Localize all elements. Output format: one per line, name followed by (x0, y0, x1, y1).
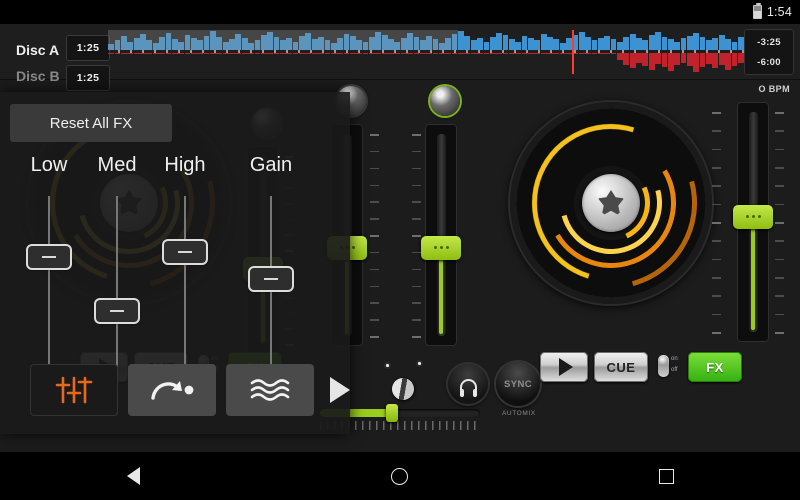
fx-tab-loop[interactable] (128, 364, 216, 416)
waveform-deck-a (108, 30, 744, 50)
eq-thumb-low[interactable] (28, 246, 70, 269)
deck-b-fx-toggle[interactable]: on off (658, 354, 684, 380)
channel-b-ticks (412, 134, 421, 338)
spindle-logo-icon-b (598, 190, 624, 216)
fx-overlay-panel: Reset All FX Low Med High Gain (0, 92, 350, 434)
deck-b-panel: O BPM CUE on off FX (500, 80, 800, 396)
deck-b-play-button[interactable] (540, 352, 588, 382)
crossfader-thumb[interactable] (386, 404, 398, 422)
fx-overlay-play-icon[interactable] (330, 377, 350, 403)
deck-b-remaining: -6:00 (757, 56, 781, 68)
deck-b-cue-button[interactable]: CUE (594, 352, 648, 382)
status-clock: 1:54 (766, 5, 792, 19)
eq-slider-low[interactable]: Low (14, 154, 84, 386)
headphone-icon (459, 378, 477, 397)
deck-b-fx-button[interactable]: FX (688, 352, 742, 382)
play-icon-b (558, 358, 573, 376)
eq-track-low[interactable] (48, 196, 50, 386)
deck-b-ticks-left (712, 112, 721, 334)
center-mini-knob[interactable] (387, 373, 419, 405)
sliders-icon (55, 376, 93, 404)
eq-thumb-high[interactable] (164, 241, 206, 264)
dj-app-screen: 1:54 Disc A Disc B 1:25 1:25 -3:25 -6:00… (0, 0, 800, 500)
eq-label-low: Low (30, 154, 68, 176)
fx-tab-row (30, 364, 350, 416)
battery-icon (752, 3, 762, 19)
deck-b-fader-thumb[interactable] (733, 204, 773, 229)
channel-a-ticks (370, 134, 379, 338)
deck-a-remaining: -3:25 (757, 36, 781, 48)
fx-tab-eq[interactable] (30, 364, 118, 416)
deck-b-pitch-fader[interactable] (733, 102, 773, 342)
eq-track-med[interactable] (116, 196, 118, 386)
channel-b-fader[interactable] (421, 124, 461, 346)
mini-indicator-1 (384, 362, 391, 369)
playhead-marker (572, 30, 574, 74)
nav-back-button[interactable] (53, 467, 213, 485)
deck-b-gain-knob[interactable] (430, 86, 460, 116)
eq-label-high: High (164, 154, 206, 176)
recents-icon (659, 468, 675, 484)
waveform-display[interactable] (108, 30, 744, 74)
spindle-b (582, 174, 640, 232)
eq-track-high[interactable] (184, 196, 186, 386)
waveform-bar: Disc A Disc B 1:25 1:25 -3:25 -6:00 (0, 24, 800, 91)
nav-recents-button[interactable] (587, 468, 747, 484)
waves-icon (250, 379, 290, 401)
automix-label: AUTOMIX (502, 410, 536, 417)
curved-arrow-icon (151, 381, 194, 400)
deck-b-platter[interactable] (510, 102, 712, 304)
remaining-times: -3:25 -6:00 (744, 29, 794, 75)
eq-thumb-med[interactable] (96, 300, 138, 323)
eq-thumb-gain[interactable] (250, 268, 292, 291)
back-icon (126, 467, 140, 485)
mixer-board: Disc A Disc B 1:25 1:25 -3:25 -6:00 SYNC… (0, 24, 800, 452)
deck-b-ticks-right (775, 112, 784, 334)
eq-label-gain: Gain (249, 154, 293, 176)
deck-b-toggle-off-label: off (671, 367, 678, 373)
bpm-label: O BPM (758, 84, 790, 94)
waveform-deck-b (108, 53, 744, 73)
eq-slider-med[interactable]: Med (82, 154, 152, 386)
home-icon (391, 467, 409, 485)
eq-slider-gain[interactable]: Gain (236, 154, 306, 386)
headphone-cue-button[interactable] (448, 364, 488, 404)
android-nav-bar (0, 452, 800, 500)
eq-label-med: Med (97, 154, 137, 176)
fx-tab-filter[interactable] (226, 364, 314, 416)
deck-a-elapsed[interactable]: 1:25 (66, 35, 110, 61)
reset-all-fx-button[interactable]: Reset All FX (10, 104, 172, 142)
mini-indicator-2 (416, 360, 423, 367)
channel-b-thumb[interactable] (421, 235, 461, 260)
eq-track-gain[interactable] (270, 196, 272, 386)
nav-home-button[interactable] (320, 467, 480, 485)
status-bar: 1:54 (0, 0, 800, 24)
deck-b-toggle-on-label: on (671, 356, 678, 362)
deck-b-transport: CUE on off FX (500, 348, 800, 396)
deck-a-label: Disc A (16, 42, 60, 58)
eq-slider-high[interactable]: High (150, 154, 220, 386)
